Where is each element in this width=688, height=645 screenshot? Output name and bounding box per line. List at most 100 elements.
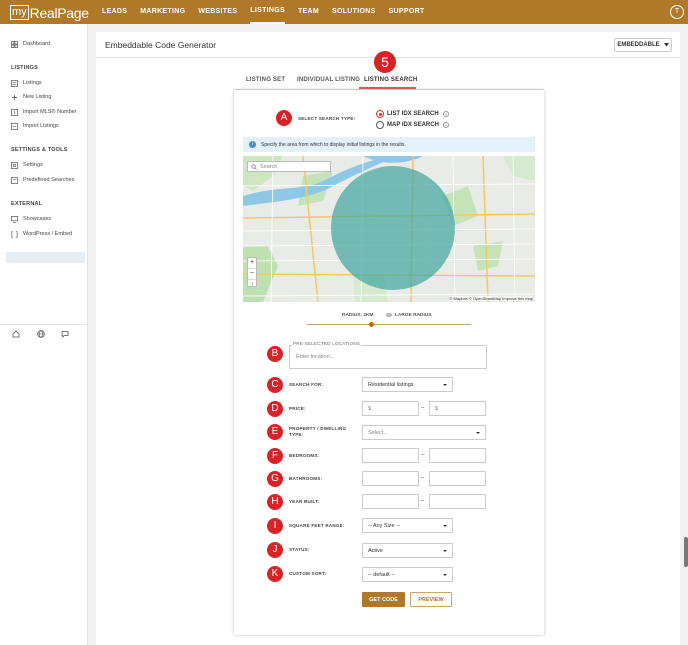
embeddable-dropdown[interactable]: EMBEDDABLE — [614, 38, 672, 52]
sidebar-label-dashboard: Dashboard — [23, 41, 50, 47]
settings-icon — [11, 161, 18, 169]
radio-map-idx-search[interactable]: MAP IDX SEARCH ? — [376, 121, 449, 129]
sidebar-section-listings: LISTINGS — [11, 65, 38, 71]
zoom-in-button[interactable]: + — [248, 258, 256, 269]
help-icon[interactable]: ? — [442, 122, 449, 128]
custom-sort-label: CUSTOM SORT: — [289, 571, 327, 576]
dashboard-icon — [11, 40, 18, 48]
map-attribution[interactable]: © Mapbox © OpenStreetMap Improve this ma… — [449, 296, 533, 301]
sidebar-item-settings[interactable]: Settings — [11, 160, 43, 170]
sidebar-label-settings: Settings — [23, 162, 43, 168]
nav-support[interactable]: SUPPORT — [389, 0, 425, 24]
chevron-down-icon — [663, 43, 669, 47]
square-feet-label: SQUARE FEET RANGE: — [289, 523, 345, 528]
year-built-max-input[interactable] — [429, 494, 486, 509]
compass-icon[interactable]: ↑ — [248, 280, 256, 290]
large-radius-toggle[interactable] — [386, 313, 392, 317]
sidebar-section-external: EXTERNAL — [11, 201, 43, 207]
caret-down-icon — [443, 550, 447, 552]
preview-button[interactable]: PREVIEW — [410, 592, 452, 607]
sidebar-label-import-mls: Import MLS® Number — [23, 109, 77, 115]
radio-unselected-icon — [376, 121, 384, 129]
tab-individual-listing[interactable]: INDIVIDUAL LISTING — [297, 77, 360, 83]
listings-icon — [11, 79, 18, 87]
tab-listing-search[interactable]: LISTING SEARCH — [364, 77, 417, 83]
search-icon — [251, 163, 257, 170]
sidebar-item-predefined-searches[interactable]: Predefined Searches — [11, 175, 74, 185]
property-type-label: PROPERTY / DWELLING TYPE: — [289, 426, 346, 438]
status-label: STATUS: — [289, 547, 310, 552]
map-area[interactable]: Search + − ↑ © Mapbox © OpenStreetMap Im… — [243, 156, 535, 302]
callout-marker-a: A — [276, 110, 292, 126]
sidebar-item-import-listings[interactable]: Import Listings — [11, 121, 59, 131]
custom-sort-value: -- default -- — [368, 571, 395, 578]
nav-websites[interactable]: WEBSITES — [198, 0, 237, 24]
bedrooms-max-input[interactable] — [429, 448, 486, 463]
sidebar-label-new-listing: New Listing — [23, 94, 52, 100]
bathrooms-min-input[interactable] — [362, 471, 419, 486]
sidebar-item-listings[interactable]: Listings — [11, 78, 42, 88]
sidebar-item-showcases[interactable]: Showcases — [11, 214, 51, 224]
nav-marketing[interactable]: MARKETING — [140, 0, 185, 24]
price-max-input[interactable]: $ — [429, 401, 486, 416]
globe-icon[interactable] — [37, 330, 45, 338]
search-list-icon — [11, 176, 18, 184]
sidebar-item-import-mls[interactable]: Import MLS® Number — [11, 107, 77, 117]
bathrooms-max-input[interactable] — [429, 471, 486, 486]
radius-slider-handle[interactable] — [369, 322, 374, 327]
get-code-button[interactable]: GET CODE — [362, 592, 405, 607]
sidebar-section-settings: SETTINGS & TOOLS — [11, 147, 68, 153]
callout-marker-5: 5 — [374, 51, 396, 73]
myrealpage-logo[interactable]: my RealPage — [10, 4, 89, 21]
import-icon — [11, 122, 18, 130]
zoom-out-button[interactable]: − — [248, 269, 256, 280]
year-built-min-input[interactable] — [362, 494, 419, 509]
price-min-input[interactable]: $ — [362, 401, 419, 416]
radio-list-idx-search[interactable]: LIST IDX SEARCH ? — [376, 110, 449, 118]
main-nav: LEADS MARKETING WEBSITES LISTINGS TEAM S… — [102, 0, 438, 24]
map-search-input[interactable]: Search — [247, 161, 331, 172]
info-banner: i Specify the area from which to display… — [243, 137, 535, 152]
sidebar-label-listings: Listings — [23, 80, 42, 86]
logo-realpage: RealPage — [29, 4, 89, 21]
search-for-label: SEARCH FOR: — [289, 382, 324, 387]
callout-marker-b: B — [267, 346, 283, 362]
search-for-select[interactable]: Residential listings — [362, 377, 453, 392]
chat-icon[interactable] — [61, 330, 69, 338]
tab-listing-set[interactable]: LISTING SET — [246, 77, 285, 83]
callout-marker-d: D — [267, 401, 283, 417]
user-avatar[interactable]: T — [670, 5, 684, 19]
map-zoom-controls: + − ↑ — [247, 257, 257, 290]
custom-sort-select[interactable]: -- default -- — [362, 567, 453, 582]
map-canvas[interactable] — [243, 156, 535, 302]
embeddable-dropdown-label: EMBEDDABLE — [617, 42, 660, 48]
sidebar-item-dashboard[interactable]: Dashboard — [11, 39, 50, 49]
scrollbar-thumb[interactable] — [684, 537, 688, 567]
radius-slider-track[interactable] — [307, 324, 471, 325]
bathrooms-dash: – — [421, 475, 425, 481]
sidebar-label-wordpress-embed: WordPress / Embed — [23, 231, 73, 237]
home-icon[interactable] — [12, 330, 20, 338]
sidebar-item-new-listing[interactable]: New Listing — [11, 92, 51, 102]
bedrooms-min-input[interactable] — [362, 448, 419, 463]
top-navigation-bar: my RealPage LEADS MARKETING WEBSITES LIS… — [0, 0, 688, 24]
nav-team[interactable]: TEAM — [298, 0, 319, 24]
status-select[interactable]: Active — [362, 543, 453, 558]
help-icon[interactable]: ? — [442, 111, 449, 117]
year-built-label: YEAR BUILT: — [289, 499, 320, 504]
nav-listings[interactable]: LISTINGS — [250, 0, 285, 24]
sidebar-label-showcases: Showcases — [23, 216, 52, 222]
search-type-label: SELECT SEARCH TYPE: — [298, 116, 356, 121]
callout-marker-i: I — [267, 518, 283, 534]
nav-solutions[interactable]: SOLUTIONS — [332, 0, 376, 24]
callout-marker-c: C — [267, 377, 283, 393]
page-title: Embeddable Code Generator — [105, 40, 217, 50]
square-feet-select[interactable]: -- Any Size -- — [362, 518, 453, 533]
callout-marker-f: F — [267, 448, 283, 464]
radius-label: RADIUS: 2KM — [342, 313, 374, 318]
property-type-select[interactable]: Select... — [362, 425, 486, 440]
location-input[interactable]: Enter location... — [296, 354, 334, 360]
sidebar-label-predefined-searches: Predefined Searches — [23, 177, 75, 183]
nav-leads[interactable]: LEADS — [102, 0, 127, 24]
sidebar-item-wordpress-embed[interactable]: WordPress / Embed — [11, 229, 72, 239]
